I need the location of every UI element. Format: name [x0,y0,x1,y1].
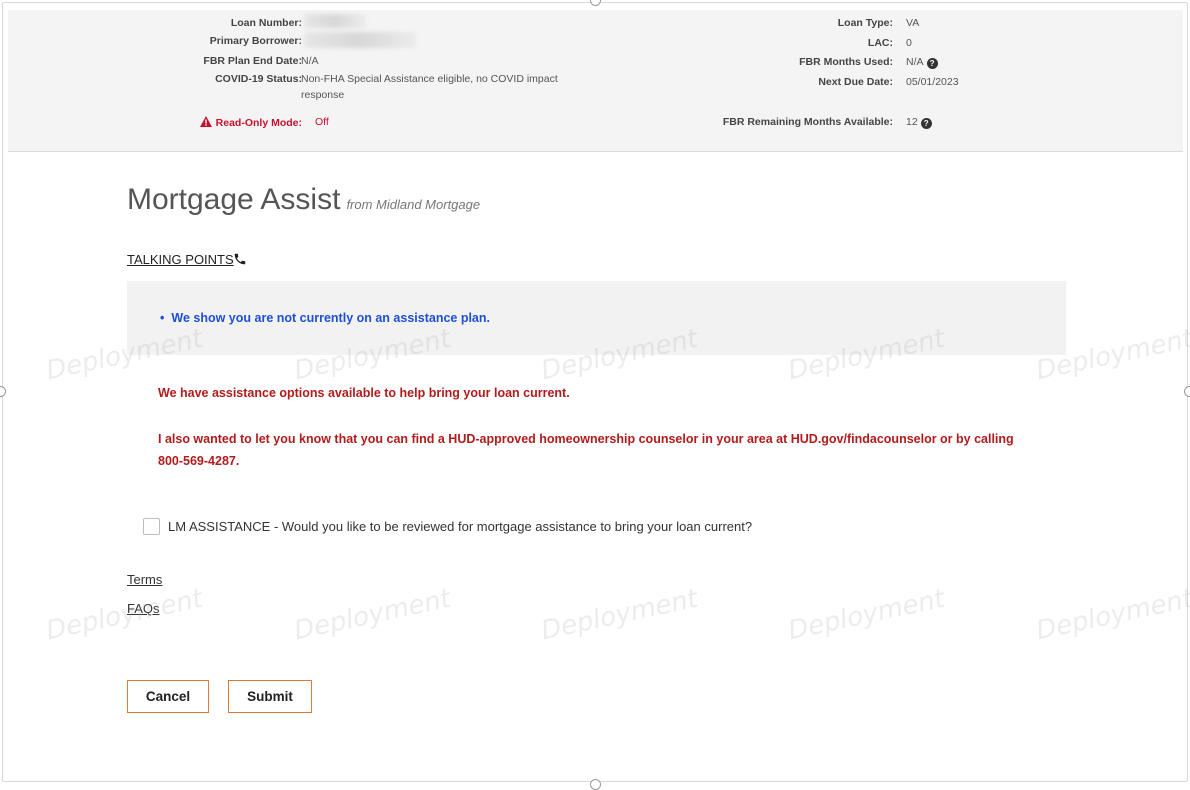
loan-type-value: VA [906,17,920,29]
talking-points-link[interactable]: TALKING POINTS [127,252,234,267]
covid-status-value: Non-FHA Special Assistance eligible, no … [301,73,558,101]
fbr-plan-end-date-value: N/A [301,55,319,67]
lac-label: LAC: [867,37,893,49]
fbr-remaining-months-value-wrap: 12? [906,116,932,129]
cancel-button[interactable]: Cancel [127,680,209,713]
fbr-remaining-months-label: FBR Remaining Months Available: [722,116,893,128]
next-due-date-label: Next Due Date: [818,76,893,88]
loan-info-panel: Loan Number: Primary Borrower: FBR Plan … [8,10,1183,152]
terms-link[interactable]: Terms [127,572,162,587]
fbr-plan-end-date-label: FBR Plan End Date: [203,55,302,67]
phone-icon [234,253,246,265]
next-due-date-value: 05/01/2023 [906,76,959,88]
loan-number-label: Loan Number: [230,17,302,29]
fbr-months-used-value: N/A [906,56,924,68]
lm-assistance-checkbox[interactable] [143,518,160,535]
fbr-remaining-months-value: 12 [906,116,918,128]
loan-number-value-redacted [304,14,366,28]
read-only-mode-value: Off [315,116,329,128]
faqs-link[interactable]: FAQs [127,601,160,616]
page-title: Mortgage Assist from Midland Mortgage [127,183,480,217]
page-title-text: Mortgage Assist [127,183,341,216]
warning-icon [199,116,212,127]
submit-button[interactable]: Submit [228,680,312,713]
read-only-mode-label: Read-Only Mode: [102,116,302,130]
resize-handle-right[interactable] [1184,386,1190,397]
loan-type-label: Loan Type: [837,17,893,29]
fbr-months-used-label: FBR Months Used: [799,56,893,68]
help-icon[interactable]: ? [926,58,938,69]
read-only-mode-text: Read-Only Mode: [215,117,302,129]
lac-value: 0 [906,37,912,49]
covid-status-label: COVID-19 Status: [215,73,302,85]
fbr-months-used-value-wrap: N/A? [906,56,938,69]
talking-points-panel: We show you are not currently on an assi… [127,281,1066,355]
primary-borrower-value-redacted [304,32,416,48]
resize-handle-bottom[interactable] [590,779,601,790]
page-subtitle: from Midland Mortgage [346,197,481,212]
primary-borrower-label: Primary Borrower: [209,35,302,47]
talking-point-item: We show you are not currently on an assi… [160,311,490,325]
assistance-message: We have assistance options available to … [158,386,570,400]
help-icon[interactable]: ? [920,118,932,129]
lm-assistance-label[interactable]: LM ASSISTANCE - Would you like to be rev… [168,519,752,534]
hud-counselor-message: I also wanted to let you know that you c… [158,432,1014,468]
